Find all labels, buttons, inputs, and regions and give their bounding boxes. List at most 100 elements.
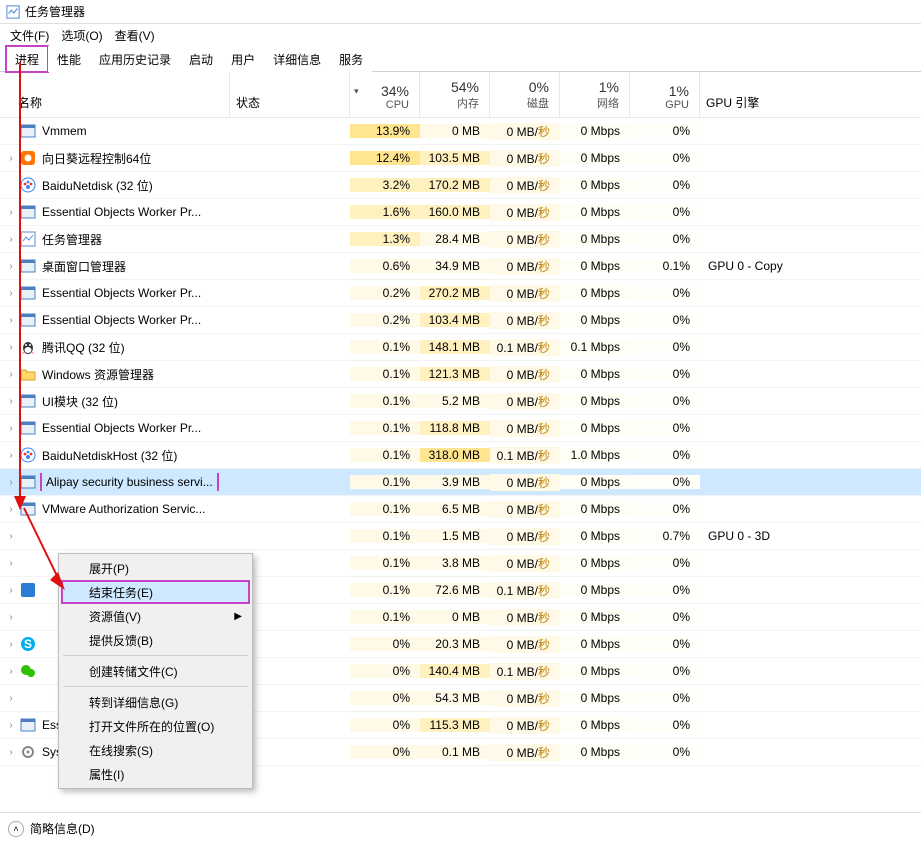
disk-cell: 0 MB/秒 (490, 744, 560, 761)
process-row[interactable]: Vmmem13.9%0 MB0 MB/秒0 Mbps0% (0, 118, 921, 145)
process-name: 桌面窗口管理器 (42, 258, 126, 275)
mem-cell: 0 MB (420, 610, 490, 624)
expand-chevron-icon[interactable]: › (4, 477, 18, 488)
cpu-cell: 0% (350, 745, 420, 759)
process-name: Vmmem (42, 124, 87, 138)
fewer-details-chevron-icon[interactable]: ˄ (8, 821, 24, 837)
expand-chevron-icon[interactable]: › (4, 639, 18, 650)
gpu-cell: 0% (630, 205, 700, 219)
process-name-cell: › 腾讯QQ (32 位) (0, 339, 350, 356)
expand-chevron-icon[interactable]: › (4, 369, 18, 380)
expand-chevron-icon[interactable]: › (4, 747, 18, 758)
menu-options[interactable]: 选项(O) (55, 25, 108, 46)
context-menu-item[interactable]: 属性(I) (61, 762, 250, 786)
col-header-net[interactable]: 1%网络 (560, 72, 630, 117)
process-name-cell: Vmmem (0, 123, 350, 139)
process-row[interactable]: BaiduNetdisk (32 位)3.2%170.2 MB0 MB/秒0 M… (0, 172, 921, 199)
expand-chevron-icon[interactable]: › (4, 531, 18, 542)
mem-cell: 148.1 MB (420, 340, 490, 354)
tab-performance[interactable]: 性能 (48, 46, 90, 72)
expand-chevron-icon[interactable]: › (4, 207, 18, 218)
expand-chevron-icon[interactable]: › (4, 612, 18, 623)
tab-processes[interactable]: 进程 (6, 46, 48, 72)
expand-chevron-icon[interactable]: › (4, 666, 18, 677)
process-row[interactable]: ›Essential Objects Worker Pr...1.6%160.0… (0, 199, 921, 226)
expand-chevron-icon[interactable]: › (4, 558, 18, 569)
process-row[interactable]: ›向日葵远程控制64位12.4%103.5 MB0 MB/秒0 Mbps0% (0, 145, 921, 172)
col-header-name[interactable]: 名称 (0, 72, 230, 117)
context-menu-item[interactable]: 创建转储文件(C) (61, 659, 250, 683)
process-name: 腾讯QQ (32 位) (42, 339, 125, 356)
expand-chevron-icon[interactable]: › (4, 450, 18, 461)
expand-chevron-icon[interactable]: › (4, 720, 18, 731)
col-header-disk[interactable]: 0%磁盘 (490, 72, 560, 117)
expand-chevron-icon[interactable]: › (4, 288, 18, 299)
context-menu-item[interactable]: 结束任务(E) (61, 580, 250, 604)
col-header-gpu[interactable]: 1%GPU (630, 72, 700, 117)
expand-chevron-icon[interactable]: › (4, 585, 18, 596)
process-icon (20, 312, 36, 328)
disk-cell: 0 MB/秒 (490, 285, 560, 302)
footer: ˄ 简略信息(D) (0, 812, 921, 844)
context-menu-item[interactable]: 资源值(V)▶ (61, 604, 250, 628)
process-icon (20, 528, 36, 544)
expand-chevron-icon[interactable]: › (4, 423, 18, 434)
process-row[interactable]: ›BaiduNetdiskHost (32 位)0.1%318.0 MB0.1 … (0, 442, 921, 469)
process-row[interactable]: ›任务管理器1.3%28.4 MB0 MB/秒0 Mbps0% (0, 226, 921, 253)
process-icon (20, 204, 36, 220)
context-menu-item[interactable]: 展开(P) (61, 556, 250, 580)
col-header-gpueng[interactable]: GPU 引擎 (700, 72, 921, 117)
process-row[interactable]: ›腾讯QQ (32 位)0.1%148.1 MB0.1 MB/秒0.1 Mbps… (0, 334, 921, 361)
expand-chevron-icon[interactable]: › (4, 261, 18, 272)
col-header-cpu[interactable]: ▾34%CPU (350, 72, 420, 117)
expand-chevron-icon[interactable]: › (4, 153, 18, 164)
gpu-cell: 0% (630, 286, 700, 300)
context-menu-item[interactable]: 打开文件所在的位置(O) (61, 714, 250, 738)
process-icon (20, 123, 36, 139)
process-name-cell: ›Alipay security business servi... (0, 473, 350, 491)
process-name-cell: ›Essential Objects Worker Pr... (0, 312, 350, 328)
net-cell: 0 Mbps (560, 151, 630, 165)
process-row[interactable]: ›UI模块 (32 位)0.1%5.2 MB0 MB/秒0 Mbps0% (0, 388, 921, 415)
expand-chevron-icon[interactable]: › (4, 396, 18, 407)
fewer-details-label[interactable]: 简略信息(D) (30, 820, 95, 837)
process-row[interactable]: ›Essential Objects Worker Pr...0.2%270.2… (0, 280, 921, 307)
col-header-mem[interactable]: 54%内存 (420, 72, 490, 117)
process-row[interactable]: ›Essential Objects Worker Pr...0.1%118.8… (0, 415, 921, 442)
tab-details[interactable]: 详细信息 (264, 46, 330, 72)
process-row[interactable]: ›Alipay security business servi...0.1%3.… (0, 469, 921, 496)
process-row[interactable]: ›0.1%1.5 MB0 MB/秒0 Mbps0.7%GPU 0 - 3D (0, 523, 921, 550)
cpu-cell: 0% (350, 664, 420, 678)
process-icon (20, 501, 36, 517)
expand-chevron-icon[interactable]: › (4, 234, 18, 245)
menu-file[interactable]: 文件(F) (4, 25, 55, 46)
tab-services[interactable]: 服务 (330, 46, 372, 72)
gpu-cell: 0% (630, 610, 700, 624)
tab-startup[interactable]: 启动 (180, 46, 222, 72)
cpu-cell: 0.1% (350, 583, 420, 597)
process-row[interactable]: ›Essential Objects Worker Pr...0.2%103.4… (0, 307, 921, 334)
tab-users[interactable]: 用户 (222, 46, 264, 72)
col-header-status[interactable]: 状态 (230, 72, 350, 117)
cpu-cell: 1.6% (350, 205, 420, 219)
submenu-arrow-icon: ▶ (234, 611, 242, 622)
process-icon (20, 582, 36, 598)
process-row[interactable]: ›桌面窗口管理器0.6%34.9 MB0 MB/秒0 Mbps0.1%GPU 0… (0, 253, 921, 280)
context-menu-item[interactable]: 提供反馈(B) (61, 628, 250, 652)
expand-chevron-icon[interactable]: › (4, 315, 18, 326)
disk-cell: 0 MB/秒 (490, 474, 560, 491)
context-menu-item[interactable]: 转到详细信息(G) (61, 690, 250, 714)
expand-chevron-icon[interactable]: › (4, 504, 18, 515)
process-row[interactable]: ›VMware Authorization Servic...0.1%6.5 M… (0, 496, 921, 523)
menu-view[interactable]: 查看(V) (109, 25, 161, 46)
expand-chevron-icon[interactable]: › (4, 693, 18, 704)
expand-chevron-icon[interactable]: › (4, 342, 18, 353)
gpu-cell: 0% (630, 421, 700, 435)
tab-apphistory[interactable]: 应用历史记录 (90, 46, 180, 72)
context-menu-item[interactable]: 在线搜索(S) (61, 738, 250, 762)
process-name-cell: ›Essential Objects Worker Pr... (0, 420, 350, 436)
net-cell: 0 Mbps (560, 745, 630, 759)
disk-cell: 0 MB/秒 (490, 177, 560, 194)
process-row[interactable]: ›Windows 资源管理器0.1%121.3 MB0 MB/秒0 Mbps0% (0, 361, 921, 388)
process-icon (20, 231, 36, 247)
